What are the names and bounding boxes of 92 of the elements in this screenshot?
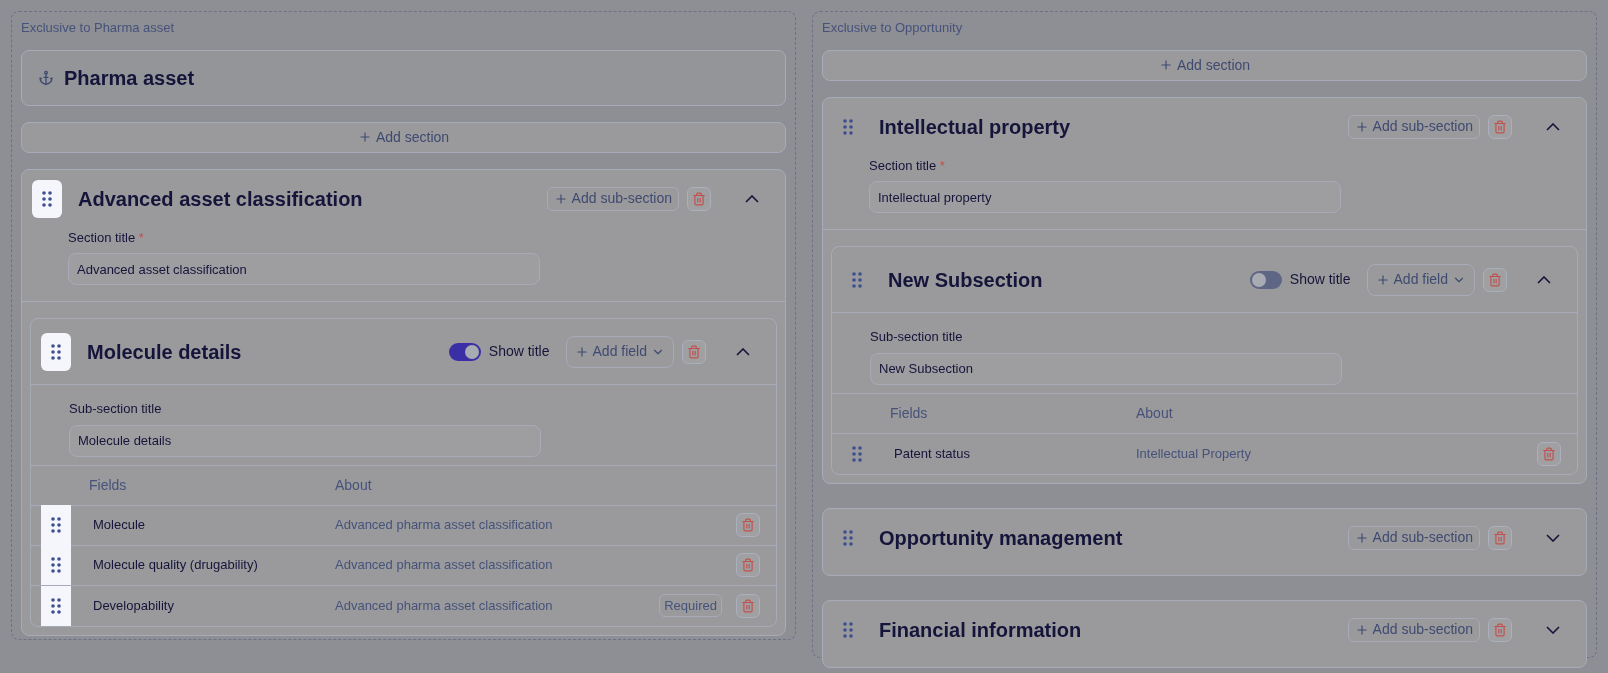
subsection-title: New Subsection (888, 267, 1043, 293)
plus-icon (357, 130, 372, 144)
trash-icon (1493, 119, 1507, 134)
show-title-switch[interactable] (1249, 270, 1282, 289)
trash-icon (1542, 446, 1556, 461)
section-title: Intellectual property (879, 114, 1071, 140)
add-section-button[interactable]: Add section (21, 121, 786, 153)
chevron-up-icon (1537, 275, 1551, 284)
delete-button[interactable] (1483, 267, 1507, 292)
field-label: Sub-section title (69, 400, 163, 418)
drag-handle-icon (843, 621, 853, 638)
subsection-title-input[interactable]: New Subsection (870, 352, 1342, 385)
add-sub-section-button[interactable]: Add sub-section (1347, 617, 1480, 642)
section-title: Advanced asset classification (78, 186, 363, 212)
delete-button[interactable] (1537, 441, 1561, 466)
field-name: Molecule quality (drugability) (93, 556, 259, 575)
field-about: Advanced pharma asset classification (335, 516, 553, 535)
delete-button[interactable] (1488, 525, 1512, 550)
trash-icon (741, 598, 755, 613)
subsection-title-input[interactable]: Molecule details (69, 424, 541, 457)
trash-icon (741, 518, 755, 532)
field-about: Advanced pharma asset classification (335, 556, 553, 575)
plus-icon (553, 191, 568, 206)
delete-button[interactable] (736, 593, 760, 618)
chevron-up-icon (745, 194, 759, 203)
field-name: Molecule (93, 516, 147, 535)
anchor-icon (38, 69, 54, 86)
trash-icon (1488, 272, 1502, 287)
add-field-button[interactable]: Add field (1366, 263, 1475, 296)
plus-icon (1354, 530, 1369, 545)
add-section-button[interactable]: Add section (822, 49, 1587, 81)
plus-icon (1354, 119, 1369, 134)
delete-button[interactable] (682, 339, 706, 364)
plus-icon (1354, 622, 1369, 637)
trash-icon (1493, 622, 1507, 637)
field-label: Sub-section title (870, 328, 964, 346)
group-label: Exclusive to Pharma asset (21, 19, 176, 37)
add-sub-section-button[interactable]: Add sub-section (1347, 525, 1480, 550)
field-about: Intellectual Property (1136, 444, 1251, 463)
required-tag: Required (659, 593, 722, 618)
trash-icon (692, 191, 706, 206)
drag-handle[interactable] (32, 179, 62, 218)
show-title-label: Show title (1289, 270, 1351, 289)
plus-icon (1158, 58, 1173, 72)
section-title: Opportunity management (879, 525, 1123, 551)
trash-icon (687, 344, 701, 359)
drag-handle[interactable] (41, 545, 71, 585)
column-header: Fields (890, 403, 929, 423)
group-label: Exclusive to Opportunity (822, 19, 964, 37)
section-title-input[interactable]: Advanced asset classification (68, 253, 540, 285)
column-header: About (335, 475, 372, 495)
field-label: Section title * (869, 156, 946, 175)
section-title-input[interactable]: Intellectual property (869, 181, 1341, 213)
plus-icon (1375, 272, 1390, 287)
delete-button[interactable] (736, 513, 760, 537)
add-sub-section-button[interactable]: Add sub-section (546, 186, 679, 211)
field-label: Section title * (68, 228, 145, 247)
field-name: Patent status (894, 444, 971, 463)
drag-handle-icon (42, 190, 52, 207)
add-sub-section-button[interactable]: Add sub-section (1347, 114, 1480, 139)
chevron-up-icon (736, 347, 750, 356)
show-title-switch[interactable] (448, 342, 481, 361)
section-title: Financial information (879, 617, 1082, 643)
show-title-label: Show title (488, 342, 550, 361)
drag-handle-icon (51, 557, 61, 573)
trash-icon (1493, 530, 1507, 545)
delete-button[interactable] (1488, 617, 1512, 642)
chevron-down-icon (1546, 625, 1560, 634)
delete-button[interactable] (1488, 114, 1512, 139)
plus-icon (574, 344, 589, 359)
chevron-up-icon (1546, 122, 1560, 131)
drag-handle-icon (843, 118, 853, 135)
delete-button[interactable] (687, 186, 711, 211)
drag-handle-icon (852, 445, 862, 462)
entity-title: Pharma asset (64, 65, 195, 91)
drag-handle-icon (51, 517, 61, 533)
drag-handle[interactable] (41, 585, 71, 626)
drag-handle-icon (51, 597, 61, 614)
drag-handle[interactable] (41, 505, 71, 545)
column-header: About (1136, 403, 1173, 423)
add-field-button[interactable]: Add field (565, 335, 674, 368)
column-header: Fields (89, 475, 128, 495)
delete-button[interactable] (736, 553, 760, 577)
field-about: Advanced pharma asset classification (335, 596, 553, 615)
drag-handle-icon (843, 529, 853, 546)
drag-handle-icon (51, 343, 61, 360)
chevron-down-icon (1546, 533, 1560, 542)
drag-handle-icon (852, 271, 862, 288)
drag-handle[interactable] (41, 332, 71, 371)
field-name: Developability (93, 596, 175, 615)
trash-icon (741, 558, 755, 572)
subsection-title: Molecule details (87, 339, 242, 365)
